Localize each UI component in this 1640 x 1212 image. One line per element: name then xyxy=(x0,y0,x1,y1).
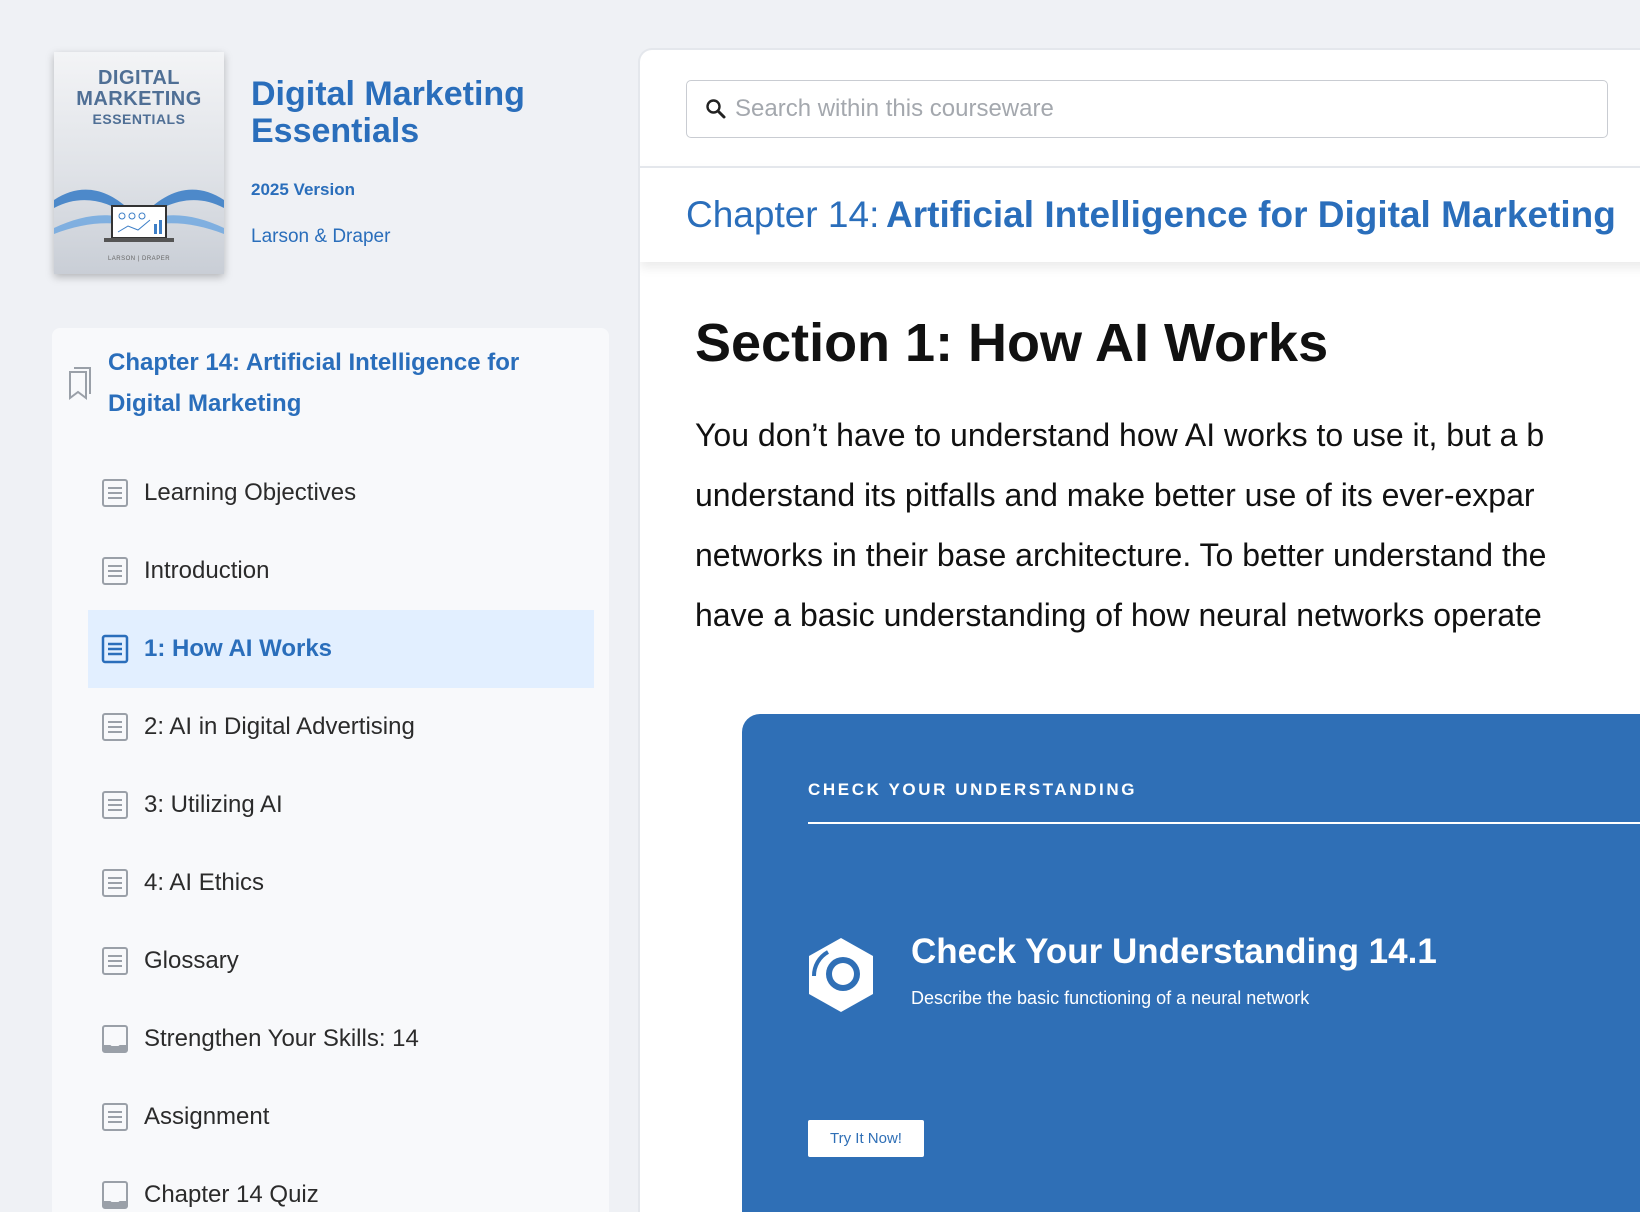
book-authors: Larson & Draper xyxy=(251,226,391,247)
cover-title-line1: DIGITAL xyxy=(97,67,180,89)
chapter-name: Artificial Intelligence for Digital Mark… xyxy=(886,194,1616,235)
document-icon xyxy=(102,1103,128,1131)
cyu-header: CHECK YOUR UNDERSTANDING xyxy=(808,780,1138,799)
toc-item-how-ai-works[interactable]: 1: How AI Works xyxy=(88,610,594,688)
cover-title-line2: MARKETING xyxy=(76,88,202,110)
hexagon-search-icon xyxy=(809,938,873,1012)
toc-item-label: Strengthen Your Skills: 14 xyxy=(144,1025,419,1052)
book-version: 2025 Version xyxy=(251,180,355,199)
toc-item-assignment[interactable]: Assignment xyxy=(88,1078,594,1156)
document-icon xyxy=(101,634,129,664)
paragraph-line: understand its pitfalls and make better … xyxy=(695,477,1535,513)
toc-item-ai-ethics[interactable]: 4: AI Ethics xyxy=(88,844,594,922)
content-panel: Chapter 14: Artificial Intelligence for … xyxy=(638,48,1640,1212)
toc-item-strengthen-your-skills[interactable]: Strengthen Your Skills: 14 xyxy=(88,1000,594,1078)
toc-chapter-label: Chapter 14: Artificial Intelligence for … xyxy=(108,349,520,417)
toc-item-ai-in-digital-advertising[interactable]: 2: AI in Digital Advertising xyxy=(88,688,594,766)
chapter-title-bar: Chapter 14: Artificial Intelligence for … xyxy=(640,166,1640,262)
toc-item-label: Introduction xyxy=(144,557,270,584)
cyu-divider xyxy=(808,822,1640,824)
toc-item-label: Chapter 14 Quiz xyxy=(144,1181,319,1208)
toc-item-label: 2: AI in Digital Advertising xyxy=(144,713,415,740)
bookmark-icon xyxy=(69,367,91,400)
courseware-page: DIGITAL MARKETING ESSENTIALS LARSON | DR… xyxy=(0,0,1640,1212)
toc-item-label: Learning Objectives xyxy=(144,479,357,506)
document-icon xyxy=(102,557,128,585)
document-icon xyxy=(102,713,128,741)
toc-item-label: 3: Utilizing AI xyxy=(144,791,283,818)
toc-item-chapter-quiz[interactable]: Chapter 14 Quiz xyxy=(88,1156,594,1212)
paragraph-line: networks in their base architecture. To … xyxy=(695,537,1547,573)
chapter-number: Chapter 14: xyxy=(686,194,880,235)
laptop-wings-illustration xyxy=(54,189,224,242)
cyu-description: Describe the basic functioning of a neur… xyxy=(911,988,1310,1008)
assessment-icon xyxy=(102,1181,128,1209)
cover-authors: LARSON | DRAPER xyxy=(107,256,171,262)
table-of-contents: Chapter 14: Artificial Intelligence for … xyxy=(52,328,609,1212)
section-body: You don’t have to understand how AI work… xyxy=(695,405,1640,645)
cover-title: DIGITAL MARKETING ESSENTIALS xyxy=(54,68,224,127)
cover-title-line3: ESSENTIALS xyxy=(92,111,186,127)
book-title[interactable]: Digital Marketing Essentials xyxy=(251,75,581,151)
toc-item-learning-objectives[interactable]: Learning Objectives xyxy=(88,454,594,532)
document-icon xyxy=(102,479,128,507)
search-icon xyxy=(706,99,726,119)
toc-item-utilizing-ai[interactable]: 3: Utilizing AI xyxy=(88,766,594,844)
toc-item-label: Assignment xyxy=(144,1103,270,1130)
document-icon xyxy=(102,947,128,975)
search-input[interactable] xyxy=(735,81,1595,137)
toc-item-introduction[interactable]: Introduction xyxy=(88,532,594,610)
cyu-title: Check Your Understanding 14.1 xyxy=(911,932,1437,971)
paragraph-line: have a basic understanding of how neural… xyxy=(695,597,1542,633)
toc-item-label: 1: How AI Works xyxy=(144,635,333,662)
section-title: Section 1: How AI Works xyxy=(695,313,1329,373)
book-cover-image: DIGITAL MARKETING ESSENTIALS LARSON | DR… xyxy=(54,52,224,274)
toc-item-label: 4: AI Ethics xyxy=(144,869,265,896)
toc-chapter-heading[interactable]: Chapter 14: Artificial Intelligence for … xyxy=(52,328,609,438)
document-icon xyxy=(102,869,128,897)
check-your-understanding-card: CHECK YOUR UNDERSTANDING Check Your Unde… xyxy=(742,714,1640,1212)
try-it-now-button[interactable]: Try It Now! xyxy=(808,1120,924,1157)
assessment-icon xyxy=(102,1025,128,1053)
toc-item-label: Glossary xyxy=(144,947,239,974)
paragraph-line: You don’t have to understand how AI work… xyxy=(695,417,1545,453)
toc-item-glossary[interactable]: Glossary xyxy=(88,922,594,1000)
document-icon xyxy=(102,791,128,819)
search-box[interactable] xyxy=(686,80,1608,138)
